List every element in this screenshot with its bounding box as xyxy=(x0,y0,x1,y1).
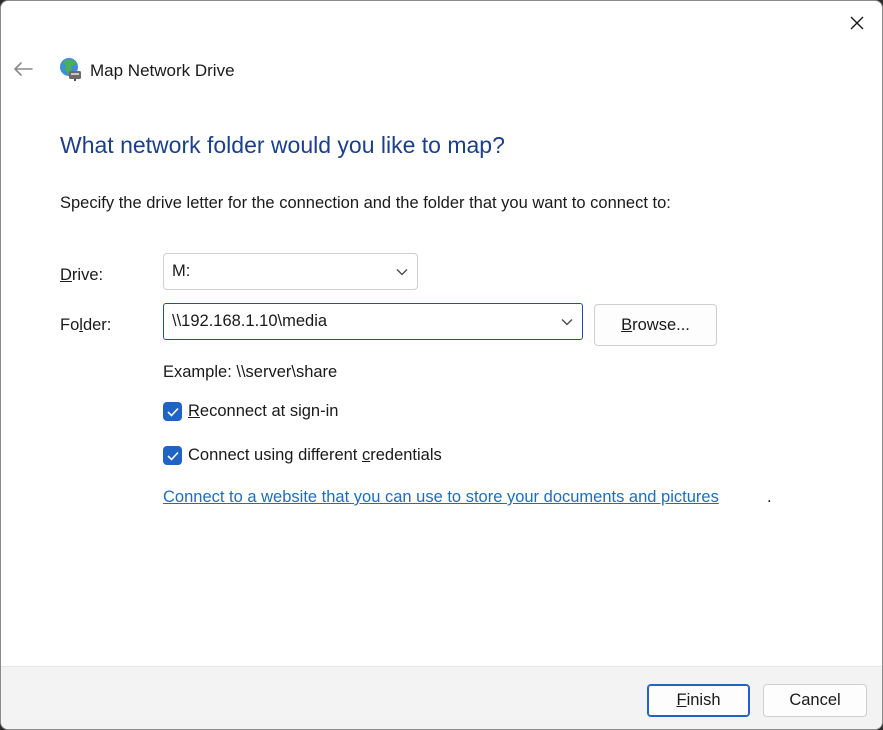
drive-select-value: M: xyxy=(172,262,191,280)
website-storage-link[interactable]: Connect to a website that you can use to… xyxy=(163,488,719,507)
checkbox-checked-icon[interactable] xyxy=(163,446,182,465)
reconnect-label: Reconnect at sign-in xyxy=(188,402,339,420)
reconnect-checkbox[interactable]: Reconnect at sign-in xyxy=(163,402,338,421)
finish-button[interactable]: Finish xyxy=(647,684,750,717)
folder-combo[interactable]: \\192.168.1.10\media xyxy=(163,303,583,340)
folder-label: Folder: xyxy=(60,316,112,334)
drive-label: Drive: xyxy=(60,266,104,284)
dialog-title: Map Network Drive xyxy=(90,61,235,80)
close-icon xyxy=(850,16,864,30)
network-drive-icon xyxy=(60,58,81,81)
chevron-down-icon xyxy=(387,268,417,276)
drive-select[interactable]: M: xyxy=(163,253,418,290)
close-button[interactable] xyxy=(837,5,877,41)
back-button[interactable] xyxy=(9,55,37,83)
folder-input-value[interactable]: \\192.168.1.10\media xyxy=(164,312,552,331)
cancel-button[interactable]: Cancel xyxy=(763,684,867,717)
checkbox-checked-icon[interactable] xyxy=(163,402,182,421)
chevron-down-icon[interactable] xyxy=(552,318,582,326)
credentials-label: Connect using different credentials xyxy=(188,446,442,464)
instruction-text: Specify the drive letter for the connect… xyxy=(60,194,671,212)
back-arrow-icon xyxy=(14,62,33,76)
map-network-drive-dialog: Map Network Drive What network folder wo… xyxy=(0,0,883,730)
example-text: Example: \\server\share xyxy=(163,363,338,381)
dialog-footer: Finish Cancel xyxy=(1,666,882,729)
browse-button[interactable]: Browse... xyxy=(594,304,717,346)
credentials-checkbox[interactable]: Connect using different credentials xyxy=(163,446,442,465)
page-heading: What network folder would you like to ma… xyxy=(60,132,505,158)
link-period: . xyxy=(767,488,772,506)
